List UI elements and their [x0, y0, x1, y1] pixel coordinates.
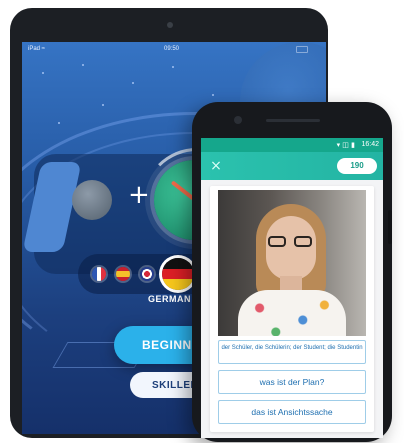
star-decoration — [102, 104, 104, 106]
marketing-composite: iPad ≈ 09:50 + GERMAN BEGINNER SKILLED ▾… — [0, 0, 404, 443]
german-flag-icon[interactable] — [162, 258, 194, 290]
star-decoration — [172, 66, 174, 68]
star-decoration — [82, 64, 84, 66]
star-decoration — [132, 82, 134, 84]
phone-screen: ▾ ◫ ▮ 16:42 × 190 der Schüler, die Schül — [201, 138, 383, 438]
phone-status-bar: ▾ ◫ ▮ 16:42 — [201, 138, 383, 152]
phone-side-button — [388, 210, 392, 244]
english-flag-icon[interactable] — [140, 267, 154, 281]
french-flag-icon[interactable] — [92, 267, 106, 281]
quiz-header: × 190 — [201, 152, 383, 180]
phone-speaker — [266, 119, 320, 122]
status-icons: ▾ ◫ ▮ — [336, 141, 355, 149]
star-decoration — [212, 94, 214, 96]
gray-planet-icon — [72, 180, 112, 220]
photo-clothing — [238, 290, 346, 336]
answer-option-3[interactable]: das ist Ansichtssache — [218, 400, 366, 424]
glasses-icon — [268, 236, 314, 248]
selected-language-label: GERMAN — [148, 294, 191, 304]
tablet-camera — [167, 22, 173, 28]
phone-time: 16:42 — [361, 141, 379, 148]
photo-face — [266, 216, 316, 280]
quiz-card: der Schüler, die Schülerin; der Student;… — [210, 186, 374, 432]
star-decoration — [42, 72, 44, 74]
spanish-flag-icon[interactable] — [116, 267, 130, 281]
quiz-photo — [218, 190, 366, 336]
score-badge: 190 — [337, 158, 377, 174]
phone-camera — [234, 116, 242, 124]
tablet-time: 09:50 — [164, 46, 180, 52]
close-icon[interactable]: × — [207, 157, 225, 175]
star-decoration — [58, 122, 60, 124]
tablet-carrier: iPad ≈ — [28, 46, 45, 52]
phone-device: ▾ ◫ ▮ 16:42 × 190 der Schüler, die Schül — [192, 102, 392, 442]
answer-option-1[interactable]: der Schüler, die Schülerin; der Student;… — [218, 340, 366, 364]
answer-option-2[interactable]: was ist der Plan? — [218, 370, 366, 394]
